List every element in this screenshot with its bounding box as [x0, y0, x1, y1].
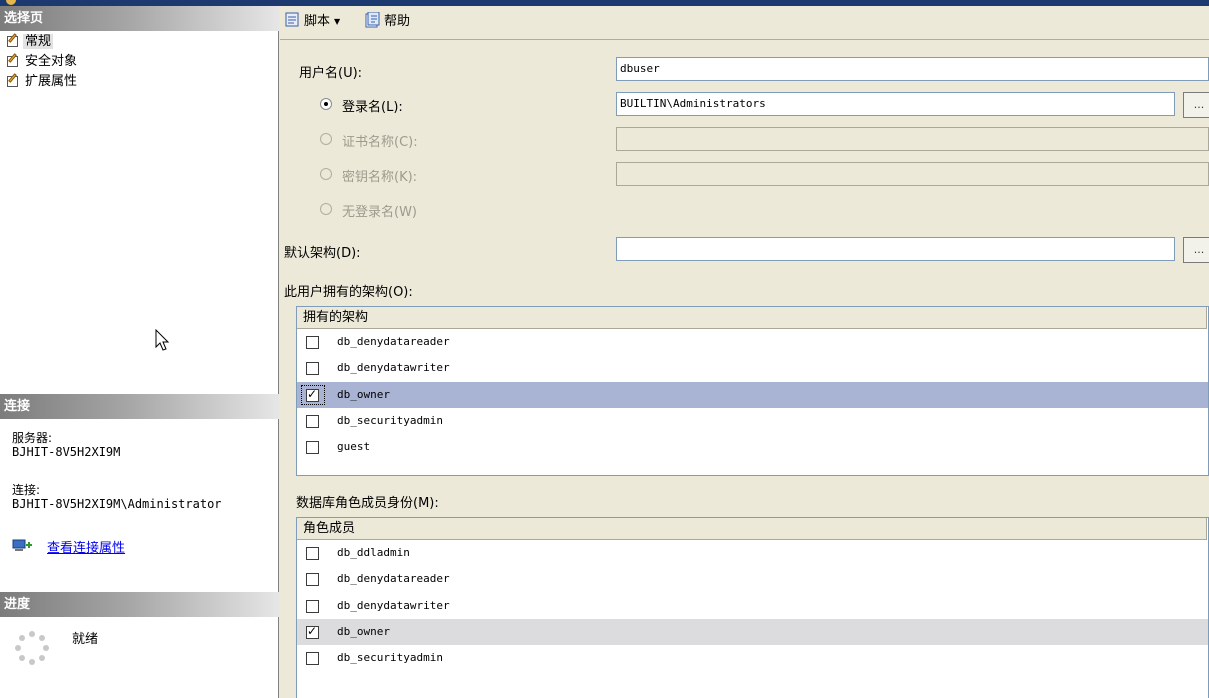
- page-settings-icon: [4, 33, 20, 47]
- role-name: db_denydatawriter: [337, 598, 450, 612]
- table-row[interactable]: db_securityadmin: [297, 408, 1208, 434]
- login-name-radio[interactable]: [320, 98, 332, 110]
- mouse-cursor-icon: [155, 329, 170, 351]
- connection-value: BJHIT-8V5H2XI9M\Administrator: [12, 497, 222, 511]
- script-label: 脚本: [304, 14, 331, 29]
- default-schema-label: 默认架构(D):: [284, 246, 361, 261]
- table-row[interactable]: db_denydatawriter: [297, 593, 1208, 619]
- script-icon: [285, 12, 299, 27]
- cert-name-radio[interactable]: [320, 133, 332, 145]
- checkbox[interactable]: [306, 414, 319, 428]
- page-settings-icon: [4, 53, 20, 67]
- help-button[interactable]: 帮助: [364, 12, 410, 32]
- table-row[interactable]: ✓ db_owner: [297, 381, 1208, 408]
- schema-name: db_owner: [337, 387, 390, 401]
- role-members-grid: 角色成员 db_ddladmin db_denydatareader db_de…: [296, 517, 1209, 698]
- left-pane: 选择页 常规 安全对象 扩展属性 连接 服务器: BJHIT-8V5H2XI9M…: [0, 6, 279, 698]
- schema-name: guest: [337, 440, 371, 454]
- nav-item-securables[interactable]: 安全对象: [4, 53, 79, 70]
- no-login-label: 无登录名(W): [342, 205, 417, 220]
- toolbar: 脚本 ▼ 帮助: [280, 6, 1209, 40]
- key-name-field[interactable]: [616, 162, 1209, 186]
- server-label: 服务器:: [12, 431, 53, 445]
- checkbox[interactable]: [306, 547, 319, 560]
- checkbox[interactable]: [306, 652, 319, 666]
- select-page-header: 选择页: [0, 6, 279, 31]
- login-name-field[interactable]: BUILTIN\Administrators: [616, 92, 1175, 116]
- server-value: BJHIT-8V5H2XI9M: [12, 445, 121, 459]
- checkbox[interactable]: [306, 362, 319, 376]
- table-row[interactable]: guest: [297, 434, 1208, 460]
- checkbox[interactable]: [306, 336, 319, 349]
- table-row[interactable]: db_denydatareader: [297, 329, 1208, 355]
- login-browse-button[interactable]: ...: [1183, 92, 1209, 118]
- page-settings-icon: [4, 73, 20, 87]
- nav-item-general[interactable]: 常规: [4, 33, 54, 50]
- login-name-label: 登录名(L):: [342, 100, 403, 115]
- role-membership-label: 数据库角色成员身份(M):: [296, 496, 439, 511]
- progress-status: 就绪: [72, 632, 99, 647]
- cert-name-field[interactable]: [616, 127, 1209, 151]
- role-members-column-header[interactable]: 角色成员: [297, 518, 1207, 540]
- check-mark-icon: ✓: [307, 386, 318, 401]
- connection-header: 连接: [0, 394, 279, 419]
- key-name-label: 密钥名称(K):: [342, 170, 418, 185]
- table-row[interactable]: db_denydatareader: [297, 566, 1208, 592]
- progress-header: 进度: [0, 592, 279, 617]
- schema-name: db_securityadmin: [337, 413, 443, 427]
- help-icon: [365, 12, 380, 28]
- nav-item-label: 安全对象: [25, 54, 78, 69]
- table-row[interactable]: ✓ db_owner: [297, 618, 1208, 646]
- role-name: db_owner: [337, 624, 390, 638]
- cert-name-label: 证书名称(C):: [342, 135, 418, 150]
- script-button[interactable]: 脚本 ▼: [284, 12, 340, 32]
- nav-item-label: 常规: [23, 34, 54, 49]
- connection-properties-icon: [12, 539, 32, 551]
- default-schema-field[interactable]: [616, 237, 1175, 261]
- owned-schemas-column-header[interactable]: 拥有的架构: [297, 307, 1207, 329]
- schema-browse-button[interactable]: ...: [1183, 237, 1209, 263]
- schema-name: db_denydatareader: [337, 335, 450, 348]
- no-login-radio[interactable]: [320, 203, 332, 215]
- key-name-radio[interactable]: [320, 168, 332, 180]
- user-name-label: 用户名(U):: [299, 66, 363, 81]
- right-pane: 脚本 ▼ 帮助 用户名(U): dbuser 登录名(L): BUILTIN\Ad…: [280, 6, 1209, 698]
- checkbox[interactable]: [306, 441, 319, 455]
- user-name-field[interactable]: dbuser: [616, 57, 1209, 81]
- check-mark-icon: ✓: [307, 623, 318, 638]
- owned-schemas-grid: 拥有的架构 db_denydatareader db_denydatawrite…: [296, 306, 1209, 476]
- view-connection-properties-link[interactable]: 查看连接属性: [47, 537, 125, 556]
- checkbox[interactable]: [306, 599, 319, 613]
- role-name: db_ddladmin: [337, 546, 410, 559]
- nav-item-extended-properties[interactable]: 扩展属性: [4, 73, 79, 90]
- owned-schemas-label: 此用户拥有的架构(O):: [284, 285, 413, 300]
- checkbox[interactable]: [306, 573, 319, 587]
- table-row[interactable]: db_denydatawriter: [297, 355, 1208, 381]
- checkbox[interactable]: ✓: [306, 386, 319, 402]
- table-row[interactable]: db_ddladmin: [297, 540, 1208, 566]
- checkbox[interactable]: ✓: [306, 623, 319, 639]
- help-label: 帮助: [384, 14, 411, 29]
- connection-label: 连接:: [12, 483, 41, 497]
- schema-name: db_denydatawriter: [337, 361, 450, 375]
- progress-spinner-icon: [15, 631, 49, 665]
- nav-item-label: 扩展属性: [25, 74, 78, 89]
- dropdown-arrow-icon: ▼: [334, 17, 341, 26]
- role-name: db_denydatareader: [337, 572, 450, 586]
- window-icon: [6, 0, 16, 5]
- role-name: db_securityadmin: [337, 651, 443, 665]
- table-row[interactable]: db_securityadmin: [297, 645, 1208, 671]
